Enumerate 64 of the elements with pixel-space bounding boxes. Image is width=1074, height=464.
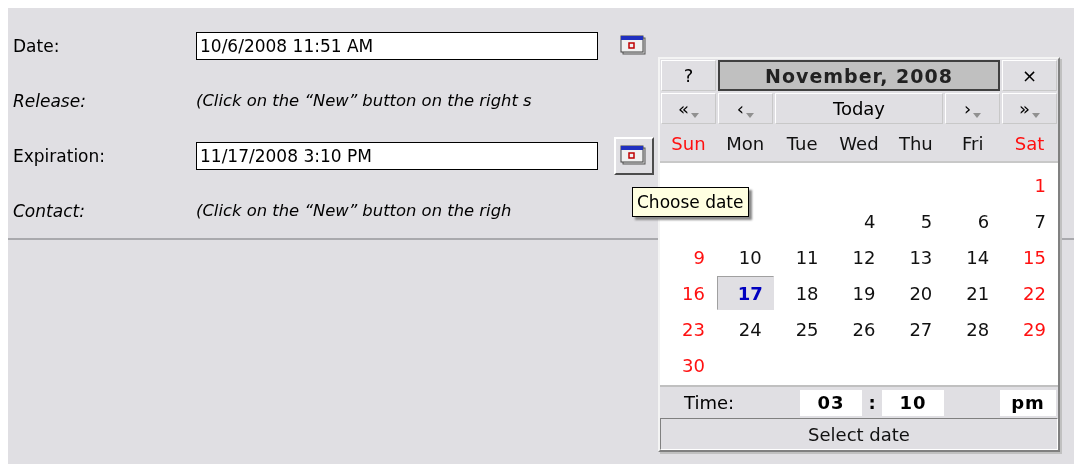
day-cell[interactable]: 18 — [773, 276, 831, 310]
day-cell[interactable]: 6 — [944, 204, 1002, 238]
nav-button[interactable]: » — [1002, 93, 1057, 124]
calendar-icon — [620, 33, 648, 58]
weekday-label: Tue — [786, 132, 818, 154]
day-cell[interactable]: 27 — [887, 312, 945, 346]
caret-icon — [973, 113, 982, 118]
day-cell[interactable]: 26 — [830, 312, 888, 346]
caret-icon — [690, 113, 699, 118]
weekday-label: Mon — [726, 132, 765, 154]
hour-field[interactable]: 03 — [800, 389, 862, 416]
hint-text: (Click on the “New” button on the righ — [196, 201, 512, 220]
select-date-button[interactable]: Select date — [660, 418, 1058, 450]
weekday-label: Sun — [671, 132, 706, 154]
field-label: Release: — [13, 90, 87, 111]
today-button[interactable]: Today — [774, 93, 944, 124]
day-cell[interactable]: 1 — [1001, 168, 1058, 202]
day-cell[interactable]: 23 — [660, 312, 717, 346]
day-cell[interactable]: 11 — [773, 240, 831, 274]
nav-button[interactable]: ‹ — [717, 93, 773, 124]
caret-icon — [745, 113, 754, 118]
field-label: Contact: — [13, 200, 86, 221]
calendar-button[interactable] — [614, 136, 654, 175]
month-title: November, 2008 — [717, 60, 1001, 91]
nav-button[interactable]: › — [945, 93, 1001, 124]
nav-button[interactable]: « — [661, 93, 716, 124]
day-cell[interactable]: 14 — [944, 240, 1002, 274]
day-cell[interactable]: 17 — [716, 276, 774, 310]
hint-text: (Click on the “New” button on the right s — [196, 91, 532, 110]
day-cell[interactable]: 13 — [887, 240, 945, 274]
day-cell[interactable]: 16 — [660, 276, 717, 310]
caret-icon — [1032, 113, 1041, 118]
day-cell[interactable]: 22 — [1001, 276, 1058, 310]
ampm-field[interactable]: pm — [1000, 389, 1056, 416]
help-button[interactable]: ? — [661, 60, 716, 91]
date-input-field[interactable]: 10/6/2008 11:51 AM — [196, 31, 598, 60]
field-label: Expiration: — [13, 145, 106, 166]
day-cell[interactable]: 4 — [830, 204, 888, 238]
field-label: Date: — [13, 35, 61, 56]
day-cell[interactable]: 21 — [944, 276, 1002, 310]
day-cell[interactable]: 25 — [773, 312, 831, 346]
day-cell[interactable]: 5 — [887, 204, 945, 238]
day-cell[interactable]: 15 — [1001, 240, 1058, 274]
day-cell[interactable]: 29 — [1001, 312, 1058, 346]
day-cell[interactable]: 10 — [716, 240, 774, 274]
calendar-icon — [620, 143, 648, 168]
day-cell[interactable]: 7 — [1001, 204, 1058, 238]
date-input-field[interactable]: 11/17/2008 3:10 PM — [196, 141, 598, 170]
day-cell[interactable]: 28 — [944, 312, 1002, 346]
day-cell[interactable]: 9 — [660, 240, 717, 274]
weekday-label: Thu — [898, 132, 933, 154]
weekday-label: Wed — [839, 132, 879, 154]
day-cell[interactable]: 30 — [660, 348, 717, 382]
minute-field[interactable]: 10 — [882, 389, 944, 416]
day-cell[interactable]: 19 — [830, 276, 888, 310]
day-cell[interactable]: 24 — [716, 312, 774, 346]
time-separator: : — [867, 392, 877, 413]
time-label: Time: — [684, 392, 736, 413]
tooltip: Choose date — [632, 187, 749, 217]
weekday-label: Sat — [1014, 132, 1045, 154]
close-button[interactable]: × — [1002, 60, 1057, 91]
day-cell[interactable]: 12 — [830, 240, 888, 274]
day-cell[interactable]: 20 — [887, 276, 945, 310]
weekday-label: Fri — [962, 132, 984, 154]
